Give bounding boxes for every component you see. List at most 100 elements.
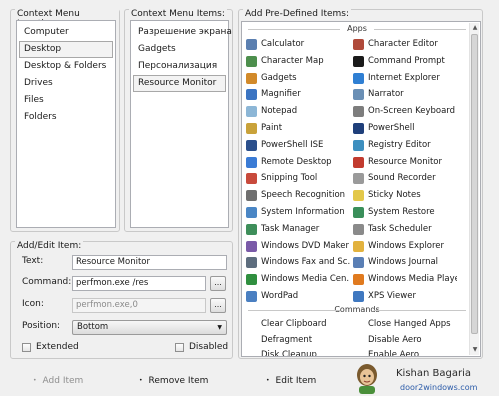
- app-item-task-scheduler[interactable]: Task Scheduler: [353, 222, 457, 237]
- app-item-label: Windows Media Player: [368, 274, 457, 285]
- disabled-checkbox[interactable]: [175, 343, 184, 352]
- snipping-tool-icon: [246, 173, 257, 185]
- app-item-windows-explorer[interactable]: Windows Explorer: [353, 239, 457, 254]
- edit-item-button[interactable]: • Edit Item: [266, 374, 316, 388]
- app-item-windows-fax-and-sc[interactable]: Windows Fax and Sc...: [246, 255, 350, 270]
- icon-field[interactable]: perfmon.exe,0: [72, 298, 206, 313]
- app-item-windows-journal[interactable]: Windows Journal: [353, 255, 457, 270]
- command-label: Command:: [22, 277, 72, 287]
- location-list-item[interactable]: Computer: [19, 24, 113, 41]
- powershell-ise-icon: [246, 139, 257, 151]
- app-item-windows-media-player[interactable]: Windows Media Player: [353, 272, 457, 287]
- predefined-list[interactable]: Apps Commands ▲ ▼ Calculator Character Ma…: [241, 21, 481, 357]
- context-items-list-item[interactable]: Gadgets: [133, 41, 226, 58]
- avatar-icon: [357, 364, 377, 394]
- command-item-clear-clipboard[interactable]: Clear Clipboard: [261, 317, 327, 332]
- app-item-label: Magnifier: [261, 89, 301, 100]
- add-item-button[interactable]: • Add Item: [33, 374, 83, 388]
- app-item-gadgets[interactable]: Gadgets: [246, 71, 350, 86]
- context-items-list-item[interactable]: Разрешение экрана: [133, 24, 232, 41]
- text-field[interactable]: Resource Monitor: [72, 255, 227, 270]
- app-item-label: XPS Viewer: [368, 291, 416, 301]
- scroll-up-icon[interactable]: ▲: [470, 23, 480, 33]
- predefined-scrollbar[interactable]: ▲ ▼: [469, 23, 479, 355]
- app-item-task-manager[interactable]: Task Manager: [246, 222, 350, 237]
- app-item-snipping-tool[interactable]: Snipping Tool: [246, 171, 350, 186]
- app-item-character-map[interactable]: Character Map: [246, 54, 350, 69]
- icon-browse-button[interactable]: ...: [210, 298, 226, 313]
- context-location-list[interactable]: Computer Desktop Desktop & Folders Drives Fi…: [16, 20, 116, 228]
- app-item-label: Windows DVD Maker: [261, 240, 349, 251]
- app-item-calculator[interactable]: Calculator: [246, 37, 350, 52]
- app-item-xps-viewer[interactable]: XPS Viewer: [353, 289, 457, 304]
- app-item-narrator[interactable]: Narrator: [353, 87, 457, 102]
- location-list-item[interactable]: Files: [19, 92, 113, 109]
- extended-checkbox[interactable]: [22, 343, 31, 352]
- fax-scan-icon: [246, 257, 257, 269]
- command-item-defragment[interactable]: Defragment: [261, 333, 312, 348]
- app-item-on-screen-keyboard[interactable]: On-Screen Keyboard: [353, 104, 457, 119]
- app-item-notepad[interactable]: Notepad: [246, 104, 350, 119]
- icon-label: Icon:: [22, 299, 44, 309]
- context-items-list[interactable]: Разрешение экрана Gadgets Персонализация Re…: [130, 20, 232, 228]
- app-item-label: Remote Desktop: [261, 156, 332, 167]
- app-item-label: Command Prompt: [368, 55, 445, 66]
- app-item-resource-monitor[interactable]: Resource Monitor: [353, 155, 457, 170]
- speech-recognition-icon: [246, 190, 257, 202]
- app-item-powershell-ise[interactable]: PowerShell ISE: [246, 138, 350, 153]
- location-list-item[interactable]: Desktop: [19, 41, 113, 58]
- app-item-system-restore[interactable]: System Restore: [353, 205, 457, 220]
- app-item-registry-editor[interactable]: Registry Editor: [353, 138, 457, 153]
- app-item-magnifier[interactable]: Magnifier: [246, 87, 350, 102]
- app-item-label: Paint: [261, 123, 283, 133]
- context-location-group: Context Menu Location: ComputerDesktopDe…: [10, 9, 120, 232]
- apps-section-header: Apps: [248, 24, 466, 34]
- powershell-icon: [353, 123, 364, 134]
- app-item-windows-media-cen[interactable]: Windows Media Cen...: [246, 272, 350, 287]
- app-item-label: Registry Editor: [368, 139, 431, 150]
- xps-viewer-icon: [353, 291, 364, 302]
- app-item-label: System Information: [261, 207, 345, 217]
- app-item-windows-dvd-maker[interactable]: Windows DVD Maker: [246, 239, 350, 254]
- context-items-list-item[interactable]: Персонализация: [133, 58, 226, 75]
- app-item-label: Speech Recognition: [261, 190, 346, 201]
- sticky-notes-icon: [353, 190, 364, 202]
- app-item-label: Calculator: [261, 39, 305, 49]
- app-item-label: Task Manager: [261, 223, 320, 234]
- location-list-item[interactable]: Folders: [19, 109, 113, 126]
- registry-editor-icon: [353, 139, 364, 151]
- command-item-disable-aero[interactable]: Disable Aero: [368, 333, 422, 348]
- internet-explorer-icon: [353, 72, 364, 84]
- position-select[interactable]: Bottom ▼: [72, 320, 227, 335]
- command-field[interactable]: perfmon.exe /res: [72, 276, 206, 291]
- app-item-character-editor[interactable]: Character Editor: [353, 37, 457, 52]
- app-item-command-prompt[interactable]: Command Prompt: [353, 54, 457, 69]
- context-items-list-item[interactable]: Resource Monitor: [133, 75, 226, 92]
- app-item-powershell[interactable]: PowerShell: [353, 121, 457, 136]
- app-item-sticky-notes[interactable]: Sticky Notes: [353, 188, 457, 203]
- location-list-item[interactable]: Drives: [19, 75, 113, 92]
- app-item-remote-desktop[interactable]: Remote Desktop: [246, 155, 350, 170]
- app-item-label: WordPad: [261, 291, 299, 301]
- app-item-label: Windows Media Cen...: [261, 274, 350, 285]
- scroll-down-icon[interactable]: ▼: [470, 345, 480, 355]
- app-item-wordpad[interactable]: WordPad: [246, 289, 350, 304]
- app-item-internet-explorer[interactable]: Internet Explorer: [353, 71, 457, 86]
- command-item-enable-aero[interactable]: Enable Aero: [368, 348, 419, 356]
- resource-monitor-icon: [353, 156, 364, 168]
- sound-recorder-icon: [353, 173, 364, 185]
- commands-section-header: Commands: [248, 305, 466, 315]
- command-browse-button[interactable]: ...: [210, 276, 226, 291]
- remove-item-button[interactable]: • Remove Item: [139, 374, 208, 388]
- scrollbar-thumb[interactable]: [471, 34, 478, 334]
- command-item-disk-cleanup[interactable]: Disk Cleanup: [261, 348, 317, 356]
- app-item-label: PowerShell ISE: [261, 139, 324, 150]
- app-item-system-information[interactable]: System Information: [246, 205, 350, 220]
- watermark-site: door2windows.com: [400, 383, 478, 392]
- command-item-close-hanged-apps[interactable]: Close Hanged Apps: [368, 317, 451, 332]
- app-item-paint[interactable]: Paint: [246, 121, 350, 136]
- location-list-item[interactable]: Desktop & Folders: [19, 58, 113, 75]
- app-item-speech-recognition[interactable]: Speech Recognition: [246, 188, 350, 203]
- app-item-sound-recorder[interactable]: Sound Recorder: [353, 171, 457, 186]
- app-item-label: Windows Fax and Sc...: [261, 257, 350, 268]
